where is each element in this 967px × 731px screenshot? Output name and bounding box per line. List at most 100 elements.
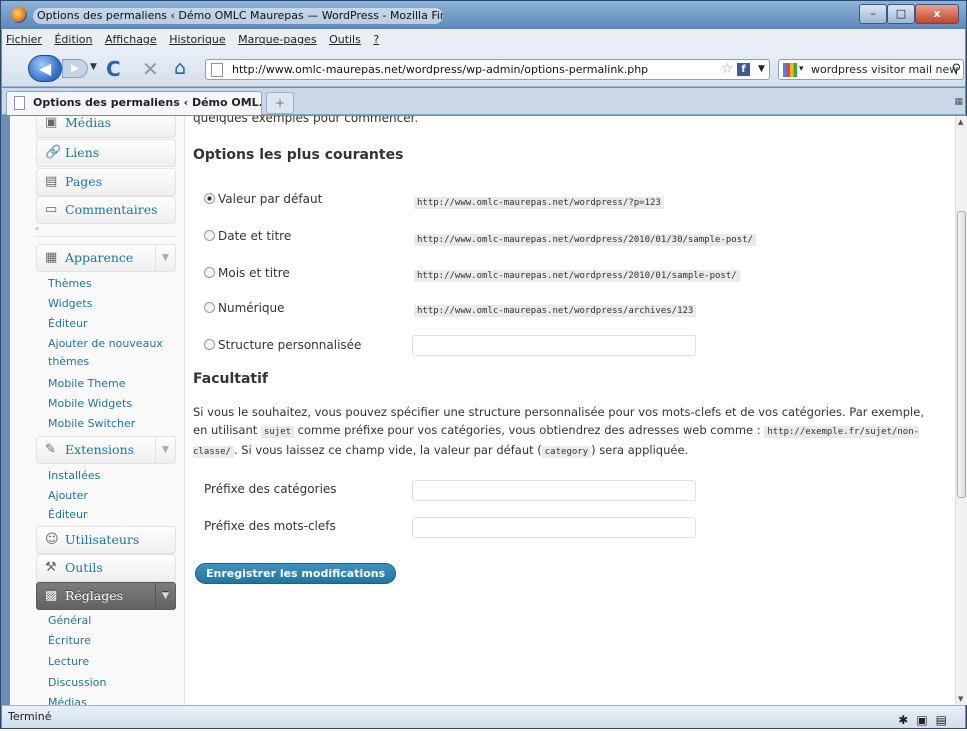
pages-icon: ▤: [45, 174, 58, 189]
submenu-ajouter[interactable]: Ajouter: [48, 489, 88, 502]
menu-aide[interactable]: ?: [373, 33, 379, 46]
sidebar-item-extensions[interactable]: ✎ Extensions ▼: [36, 436, 176, 464]
forward-button[interactable]: ▶: [62, 59, 88, 78]
admin-sidebar: ▣ Médias 🔗 Liens ▤ Pages ▭ Commentaires ◂ ▦ A…: [10, 116, 185, 705]
menu-edition[interactable]: Édition: [54, 33, 92, 46]
link-icon: 🔗: [45, 145, 62, 160]
sidebar-item-outils[interactable]: ⚒ Outils: [36, 554, 176, 582]
submenu-themes[interactable]: Thèmes: [48, 277, 92, 290]
submenu-ajouter-themes[interactable]: Ajouter de nouveaux: [48, 337, 163, 350]
tools-icon: ⚒: [45, 560, 57, 575]
sidebar-item-pages[interactable]: ▤ Pages: [36, 168, 176, 196]
tag-prefix-input[interactable]: [412, 517, 696, 538]
history-dropdown-icon[interactable]: ▼: [90, 62, 97, 72]
code-sujet: sujet: [260, 426, 294, 438]
tab-bar: Options des permaliens ‹ Démo OML... + ▦: [2, 88, 965, 115]
collapse-arrow-icon[interactable]: ◂: [34, 224, 39, 234]
scrollbar-thumb[interactable]: [957, 211, 966, 498]
sidebar-item-commentaires[interactable]: ▭ Commentaires: [36, 196, 176, 224]
tab-label: Options des permaliens ‹ Démo OML...: [33, 96, 262, 109]
radio-numeric[interactable]: [204, 302, 215, 313]
submenu-editeur[interactable]: Éditeur: [48, 317, 88, 330]
submenu-lecture[interactable]: Lecture: [48, 655, 89, 668]
sidebar-item-liens[interactable]: 🔗 Liens: [36, 139, 176, 167]
url-text: http://www.omlc-maurepas.net/wordpress/w…: [232, 63, 649, 76]
option-date-title[interactable]: Date et titre: [204, 229, 291, 243]
back-button[interactable]: ◀: [28, 55, 62, 82]
new-tab-button[interactable]: +: [266, 92, 294, 114]
category-prefix-input[interactable]: [412, 480, 696, 501]
sidebar-item-apparence[interactable]: ▦ Apparence ▼: [36, 244, 176, 272]
submenu-ecriture[interactable]: Écriture: [48, 634, 91, 647]
close-button[interactable]: x: [915, 4, 959, 24]
minimize-button[interactable]: –: [859, 4, 887, 24]
search-bar[interactable]: ▾ wordpress visitor mail new ⚲: [778, 59, 964, 80]
url-bar[interactable]: http://www.omlc-maurepas.net/wordpress/w…: [205, 59, 770, 80]
radio-custom-structure[interactable]: [204, 339, 215, 350]
option-custom-structure[interactable]: Structure personnalisée: [204, 338, 361, 352]
submenu-editeur-extensions[interactable]: Éditeur: [48, 508, 88, 521]
bookmark-star-icon[interactable]: ☆: [721, 60, 734, 79]
submenu-widgets[interactable]: Widgets: [48, 297, 92, 310]
option-numeric[interactable]: Numérique: [204, 301, 285, 315]
radio-date-title[interactable]: [204, 230, 215, 241]
menu-historique[interactable]: Historique: [169, 33, 225, 46]
settings-icon: ▩: [45, 588, 58, 603]
radio-month-title[interactable]: [204, 267, 215, 278]
submenu-mobile-switcher[interactable]: Mobile Switcher: [48, 417, 135, 430]
plugin-icon: ✎: [45, 442, 56, 457]
tag-prefix-label: Préfixe des mots-clefs: [204, 519, 336, 533]
firefox-icon: [11, 7, 27, 23]
tab-permaliens[interactable]: Options des permaliens ‹ Démo OML...: [6, 91, 262, 115]
search-engine-dropdown-icon[interactable]: ▾: [799, 60, 804, 79]
addon-icons[interactable]: ✱▣▤: [898, 709, 955, 731]
submenu-medias[interactable]: Médias: [48, 696, 87, 705]
example-url-month-title: http://www.omlc-maurepas.net/wordpress/2…: [414, 270, 740, 282]
submenu-general[interactable]: Général: [48, 614, 91, 627]
tab-list-icon[interactable]: ▦: [954, 97, 963, 107]
stop-icon[interactable]: ✕: [142, 57, 159, 81]
url-dropdown-icon[interactable]: ▼: [758, 60, 765, 79]
scroll-up-icon[interactable]: ▲: [958, 118, 963, 126]
reload-icon[interactable]: C: [106, 57, 121, 81]
sidebar-item-reglages[interactable]: ▩ Réglages ▼: [36, 582, 176, 610]
section-title-common: Options les plus courantes: [193, 147, 404, 163]
tab-page-icon: [14, 96, 25, 110]
search-icon[interactable]: ⚲: [951, 60, 961, 79]
menu-affichage[interactable]: Affichage: [105, 33, 157, 46]
submenu-mobile-theme[interactable]: Mobile Theme: [48, 377, 126, 390]
menu-separator[interactable]: ◂: [34, 224, 176, 237]
expand-arrow-icon[interactable]: ▼: [155, 245, 175, 271]
vertical-scrollbar[interactable]: ▲ ▼: [955, 116, 967, 705]
scroll-down-icon[interactable]: ▼: [958, 695, 963, 703]
submenu-mobile-widgets[interactable]: Mobile Widgets: [48, 397, 132, 410]
menu-fichier[interactable]: Fichier: [6, 33, 42, 46]
status-bar: Terminé ✱▣▤: [2, 705, 965, 728]
window-frame: [2, 116, 10, 705]
submenu-ajouter-themes-line2[interactable]: thèmes: [48, 355, 89, 368]
expand-arrow-icon[interactable]: ▼: [155, 583, 175, 609]
search-input[interactable]: wordpress visitor mail new: [811, 60, 958, 79]
sidebar-item-utilisateurs[interactable]: ☺ Utilisateurs: [36, 526, 176, 554]
home-icon[interactable]: ⌂: [174, 57, 186, 79]
status-text: Terminé: [8, 710, 52, 723]
media-icon: ▣: [45, 116, 58, 130]
facebook-icon[interactable]: f: [737, 63, 750, 76]
expand-arrow-icon[interactable]: ▼: [155, 437, 175, 463]
page-viewport: ▣ Médias 🔗 Liens ▤ Pages ▭ Commentaires ◂ ▦ A…: [10, 116, 955, 705]
submenu-installees[interactable]: Installées: [48, 469, 100, 482]
maximize-button[interactable]: □: [887, 4, 915, 24]
save-button[interactable]: Enregistrer les modifications: [195, 563, 397, 584]
menu-marque-pages[interactable]: Marque-pages: [238, 33, 316, 46]
option-default[interactable]: Valeur par défaut: [204, 192, 322, 206]
main-content: quelques exemples pour commencer. Option…: [193, 116, 953, 705]
menu-outils[interactable]: Outils: [329, 33, 361, 46]
submenu-discussion[interactable]: Discussion: [48, 676, 107, 689]
example-url-numeric: http://www.omlc-maurepas.net/wordpress/a…: [414, 305, 697, 317]
custom-structure-input[interactable]: [412, 335, 696, 356]
radio-default[interactable]: [204, 193, 215, 204]
sidebar-item-medias[interactable]: ▣ Médias: [36, 116, 176, 138]
option-month-title[interactable]: Mois et titre: [204, 266, 290, 280]
search-engine-icon[interactable]: [783, 63, 797, 77]
example-url-date-title: http://www.omlc-maurepas.net/wordpress/2…: [414, 234, 756, 246]
